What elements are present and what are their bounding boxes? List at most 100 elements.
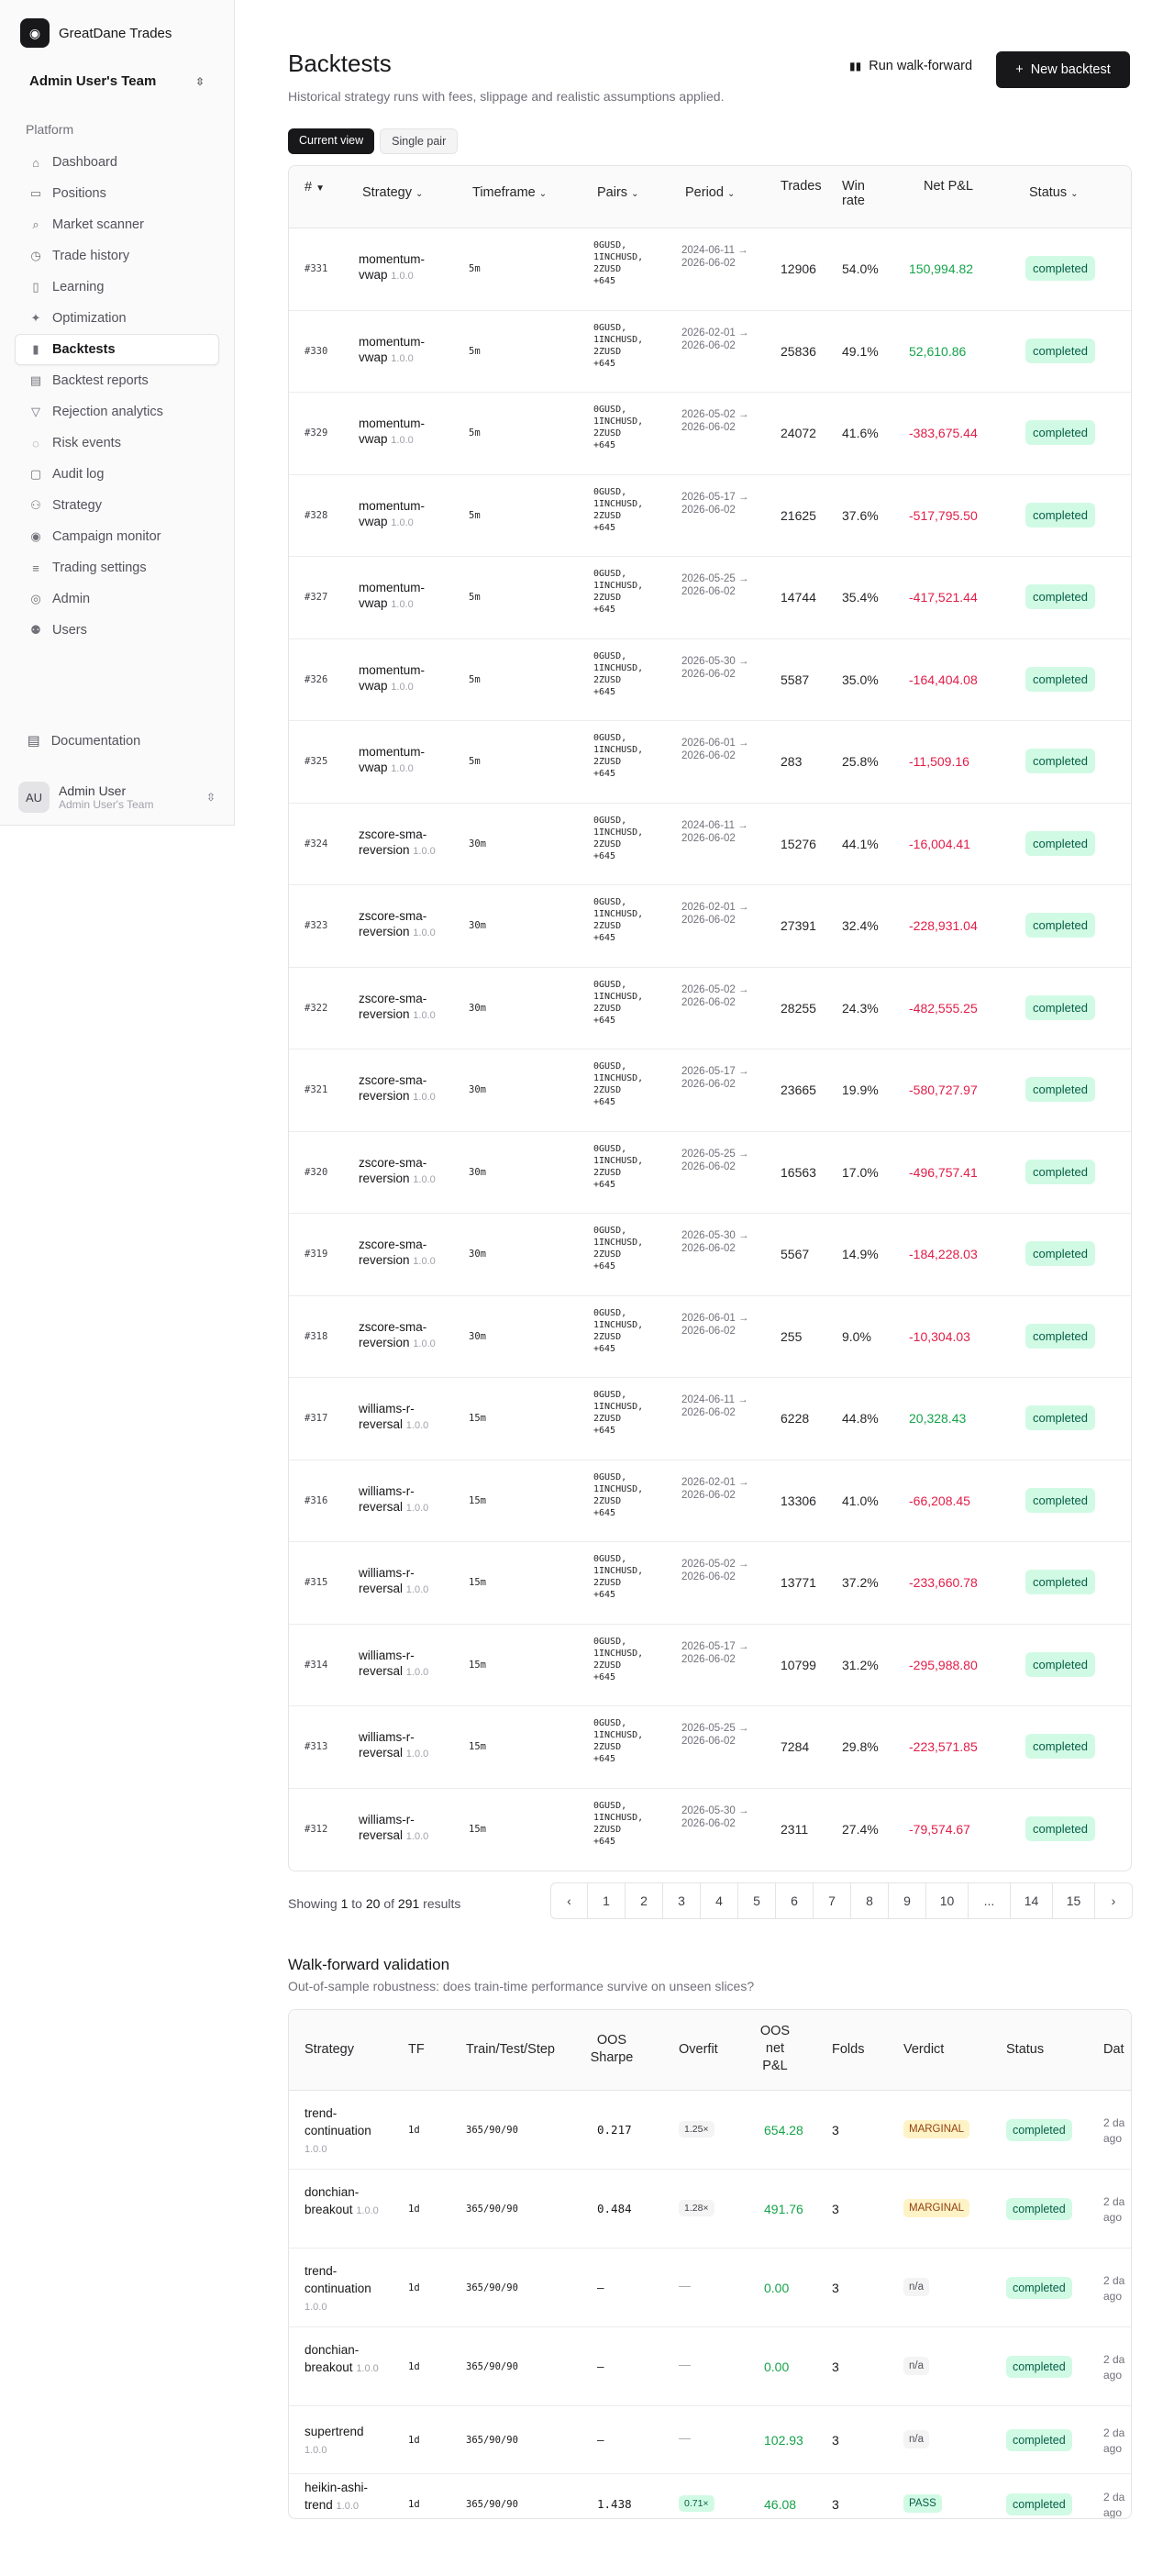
table-row[interactable]: #318 zscore-sma-reversion 1.0.0 30m 0GUSD, …	[289, 1296, 1131, 1378]
single-pair-tab[interactable]: Single pair	[380, 128, 459, 154]
table-row[interactable]: donchian-breakout 1.0.0 1d 365/90/90 0.484 1…	[289, 2170, 1131, 2248]
table-row[interactable]: #321 zscore-sma-reversion 1.0.0 30m 0GUSD, …	[289, 1049, 1131, 1132]
page-button[interactable]: 2	[626, 1883, 663, 1918]
table-row[interactable]: #316 williams-r-reversal 1.0.0 15m 0GUSD, 1…	[289, 1460, 1131, 1542]
sidebar-item-backtests[interactable]: ▮ Backtests	[15, 334, 219, 365]
page-button[interactable]: 6	[776, 1883, 814, 1918]
table-row[interactable]: #330 momentum-vwap 1.0.0 5m 0GUSD, 1INCHUSD…	[289, 311, 1131, 393]
table-row[interactable]: supertrend 1.0.0 1d 365/90/90 — — 102.93 3 n/a c…	[289, 2406, 1131, 2474]
backtest-id[interactable]: #317	[305, 1413, 327, 1424]
backtest-id[interactable]: #331	[305, 263, 327, 274]
sidebar-item-positions[interactable]: ▭ Positions	[15, 178, 219, 209]
documentation-link[interactable]: ▤ Documentation	[28, 734, 140, 749]
page-button[interactable]: 9	[889, 1883, 926, 1918]
team-switcher[interactable]: Admin User's Team ⇳	[29, 73, 205, 89]
col-folds[interactable]: Folds	[832, 2041, 864, 2059]
backtest-id[interactable]: #330	[305, 346, 327, 357]
page-button[interactable]: 4	[701, 1883, 738, 1918]
col-strategy[interactable]: Strategy ⌄	[362, 185, 423, 200]
backtest-id[interactable]: #318	[305, 1331, 327, 1342]
sidebar-item-market-scanner[interactable]: ⌕ Market scanner	[15, 209, 219, 240]
col-strategy[interactable]: Strategy	[305, 2041, 354, 2059]
col-win-rate[interactable]: Win rate	[842, 179, 879, 208]
table-row[interactable]: #327 momentum-vwap 1.0.0 5m 0GUSD, 1INCHUSD…	[289, 557, 1131, 639]
next-page-button[interactable]: ›	[1095, 1883, 1132, 1918]
page-button[interactable]: 1	[588, 1883, 626, 1918]
backtest-id[interactable]: #324	[305, 838, 327, 849]
backtest-id[interactable]: #326	[305, 674, 327, 685]
table-row[interactable]: #314 williams-r-reversal 1.0.0 15m 0GUSD, 1…	[289, 1625, 1131, 1706]
page-button[interactable]: 15	[1053, 1883, 1095, 1918]
col-id[interactable]: # ▼	[305, 180, 325, 194]
col-verdict[interactable]: Verdict	[903, 2041, 944, 2059]
sidebar-item-risk-events[interactable]: ◌ Risk events	[15, 427, 219, 459]
table-row[interactable]: trend-continuation 1.0.0 1d 365/90/90 0.217…	[289, 2091, 1131, 2170]
sidebar-item-rejection-analytics[interactable]: ▽ Rejection analytics	[15, 396, 219, 427]
page-button[interactable]: 8	[851, 1883, 889, 1918]
table-row[interactable]: donchian-breakout 1.0.0 1d 365/90/90 — — 0.00…	[289, 2327, 1131, 2406]
col-oos-net-pnl[interactable]: OOS net P&L	[757, 2023, 793, 2075]
col-timeframe[interactable]: Timeframe ⌄	[472, 185, 547, 200]
col-date[interactable]: Dat	[1103, 2041, 1124, 2059]
sidebar-item-campaign-monitor[interactable]: ◉ Campaign monitor	[15, 521, 219, 552]
col-period[interactable]: Period ⌄	[685, 185, 735, 200]
col-pairs[interactable]: Pairs ⌄	[597, 185, 638, 200]
table-row[interactable]: #312 williams-r-reversal 1.0.0 15m 0GUSD, 1…	[289, 1789, 1131, 1871]
sidebar-item-audit-log[interactable]: ▢ Audit log	[15, 459, 219, 490]
table-row[interactable]: #329 momentum-vwap 1.0.0 5m 0GUSD, 1INCHUSD…	[289, 393, 1131, 475]
sidebar-item-trading-settings[interactable]: ≡ Trading settings	[15, 552, 219, 583]
table-row[interactable]: #317 williams-r-reversal 1.0.0 15m 0GUSD, 1…	[289, 1378, 1131, 1460]
col-tf[interactable]: TF	[408, 2041, 425, 2059]
sidebar-item-trade-history[interactable]: ◷ Trade history	[15, 240, 219, 272]
backtest-id[interactable]: #327	[305, 592, 327, 603]
backtest-id[interactable]: #323	[305, 920, 327, 931]
current-view-tab[interactable]: Current view	[288, 128, 375, 154]
page-button[interactable]: 7	[814, 1883, 851, 1918]
run-walk-forward-button[interactable]: ▮▮ Run walk-forward	[849, 59, 972, 73]
table-row[interactable]: #323 zscore-sma-reversion 1.0.0 30m 0GUSD, …	[289, 885, 1131, 968]
backtest-id[interactable]: #315	[305, 1577, 327, 1588]
user-menu[interactable]: AU Admin User Admin User's Team ⇳	[15, 776, 219, 818]
table-row[interactable]: #325 momentum-vwap 1.0.0 5m 0GUSD, 1INCHUSD…	[289, 721, 1131, 804]
table-row[interactable]: trend-continuation 1.0.0 1d 365/90/90 — — 0.0…	[289, 2248, 1131, 2327]
backtest-id[interactable]: #321	[305, 1084, 327, 1095]
col-status[interactable]: Status ⌄	[1029, 185, 1079, 200]
backtest-id[interactable]: #329	[305, 427, 327, 439]
sidebar-item-users[interactable]: ⚉ Users	[15, 615, 219, 646]
table-row[interactable]: #319 zscore-sma-reversion 1.0.0 30m 0GUSD, …	[289, 1214, 1131, 1296]
prev-page-button[interactable]: ‹	[551, 1883, 588, 1918]
page-button[interactable]: 14	[1011, 1883, 1053, 1918]
page-button[interactable]: 10	[926, 1883, 969, 1918]
table-row[interactable]: #322 zscore-sma-reversion 1.0.0 30m 0GUSD, …	[289, 968, 1131, 1049]
sidebar-item-learning[interactable]: ▯ Learning	[15, 272, 219, 303]
col-status[interactable]: Status	[1006, 2041, 1044, 2059]
table-row[interactable]: #315 williams-r-reversal 1.0.0 15m 0GUSD, 1…	[289, 1542, 1131, 1625]
backtest-id[interactable]: #314	[305, 1660, 327, 1671]
table-row[interactable]: heikin-ashi-trend 1.0.0 1d 365/90/90 1.438 0…	[289, 2474, 1131, 2518]
col-overfit[interactable]: Overfit	[679, 2041, 718, 2059]
backtest-id[interactable]: #316	[305, 1495, 327, 1506]
table-row[interactable]: #331 momentum-vwap 1.0.0 5m 0GUSD, 1INCHUSD…	[289, 228, 1131, 311]
table-row[interactable]: #324 zscore-sma-reversion 1.0.0 30m 0GUSD, …	[289, 804, 1131, 885]
col-net-pnl[interactable]: Net P&L	[924, 179, 973, 194]
backtest-id[interactable]: #313	[305, 1741, 327, 1752]
brand[interactable]: ◉ GreatDane Trades	[20, 18, 172, 48]
table-row[interactable]: #326 momentum-vwap 1.0.0 5m 0GUSD, 1INCHUSD…	[289, 639, 1131, 721]
table-row[interactable]: #328 momentum-vwap 1.0.0 5m 0GUSD, 1INCHUSD…	[289, 475, 1131, 557]
table-row[interactable]: #313 williams-r-reversal 1.0.0 15m 0GUSD, 1…	[289, 1706, 1131, 1789]
page-button[interactable]: 3	[663, 1883, 701, 1918]
backtest-id[interactable]: #320	[305, 1167, 327, 1178]
new-backtest-button[interactable]: + New backtest	[996, 51, 1130, 88]
backtest-id[interactable]: #312	[305, 1824, 327, 1835]
backtest-id[interactable]: #325	[305, 756, 327, 767]
sidebar-item-admin[interactable]: ◎ Admin	[15, 583, 219, 615]
backtest-id[interactable]: #322	[305, 1003, 327, 1014]
col-trades[interactable]: Trades	[781, 179, 822, 194]
sidebar-item-dashboard[interactable]: ⌂ Dashboard	[15, 147, 219, 178]
table-row[interactable]: #320 zscore-sma-reversion 1.0.0 30m 0GUSD, …	[289, 1132, 1131, 1214]
col-train-test-step[interactable]: Train/Test/Step	[466, 2041, 555, 2059]
sidebar-item-backtest-reports[interactable]: ▤ Backtest reports	[15, 365, 219, 396]
backtest-id[interactable]: #328	[305, 510, 327, 521]
page-button[interactable]: 5	[738, 1883, 776, 1918]
sidebar-item-optimization[interactable]: ✦ Optimization	[15, 303, 219, 334]
